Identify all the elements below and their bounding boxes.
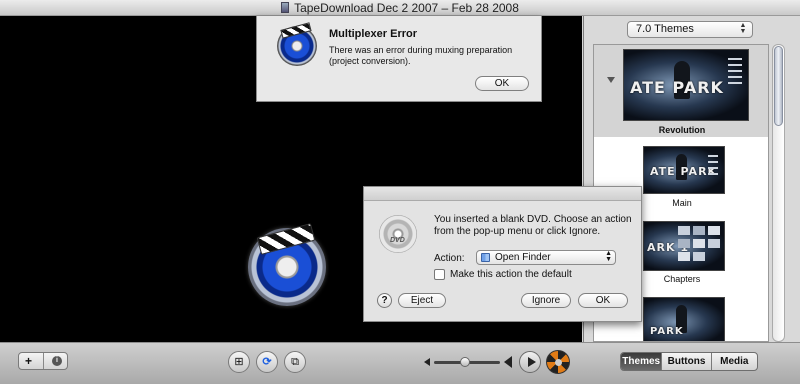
burn-icon: [555, 359, 562, 366]
dvd-icon-text: DVD: [390, 237, 405, 244]
action-popup-value: Open Finder: [495, 252, 551, 263]
thumbnail-menu: [728, 58, 742, 88]
tab-media[interactable]: Media: [712, 353, 757, 370]
drop-zone-button[interactable]: ⧉: [284, 351, 306, 373]
make-default-checkbox[interactable]: [434, 269, 445, 280]
map-view-button[interactable]: ⊞: [228, 351, 250, 373]
hierarchy-icon: ⊞: [234, 356, 244, 368]
theme-thumbnail: PARK: [643, 297, 725, 341]
title-bar[interactable]: TapeDownload Dec 2 2007 – Feb 28 2008: [0, 0, 800, 16]
theme-thumbnail: ATE PARK: [623, 49, 749, 121]
thumbnail-title: ATE PARK: [630, 78, 724, 97]
volume-knob[interactable]: [460, 357, 470, 367]
drop-zone-icon: ⧉: [291, 356, 299, 368]
finder-icon: [481, 253, 490, 262]
info-button[interactable]: i: [52, 356, 62, 366]
add-info-button-group: + i: [18, 352, 68, 370]
dvd-disc-icon: DVD: [379, 215, 417, 253]
alert-message: There was an error during muxing prepara…: [329, 45, 513, 66]
clapper-icon: [280, 22, 312, 39]
thumbnail-title: PARK: [650, 325, 684, 337]
burn-button[interactable]: [546, 350, 570, 374]
tab-themes[interactable]: Themes: [621, 353, 663, 370]
play-icon: [528, 357, 536, 367]
theme-thumbnail: ATE PARK: [643, 146, 725, 194]
blank-dvd-dialog: DVD You inserted a blank DVD. Choose an …: [363, 186, 642, 322]
idvd-window: TapeDownload Dec 2 2007 – Feb 28 2008 7.…: [0, 0, 800, 384]
bottom-toolbar: + i ⊞ ⟳ ⧉ Themes Buttons Media: [0, 342, 800, 384]
pane-segmented-control: Themes Buttons Media: [620, 352, 758, 371]
volume-low-icon: [424, 358, 430, 366]
loop-arrows-icon: ⟳: [262, 356, 272, 368]
add-button[interactable]: +: [25, 354, 32, 368]
divider: [43, 353, 44, 369]
theme-item-label: Revolution: [658, 125, 706, 135]
help-button[interactable]: ?: [377, 293, 392, 308]
thumbnail-menu: [708, 155, 718, 175]
idvd-app-icon: [277, 22, 317, 66]
chapter-thumbnails: [678, 226, 720, 262]
eject-button[interactable]: Eject: [398, 293, 446, 308]
disclosure-triangle-icon[interactable]: [607, 77, 615, 83]
theme-set-value: 7.0 Themes: [636, 23, 694, 35]
multiplexer-error-sheet: Multiplexer Error There was an error dur…: [256, 16, 542, 102]
clapper-icon: [256, 223, 316, 255]
ignore-button[interactable]: Ignore: [521, 293, 571, 308]
chevron-updown-icon: ▲ ▼: [605, 250, 612, 263]
chevron-updown-icon: ▲ ▼: [739, 22, 747, 35]
theme-item-revolution[interactable]: ATE PARK Revolution: [594, 45, 768, 137]
document-icon: [281, 2, 290, 13]
ok-button[interactable]: OK: [578, 293, 628, 308]
tab-buttons[interactable]: Buttons: [662, 353, 712, 370]
action-popup[interactable]: Open Finder ▲ ▼: [476, 250, 616, 265]
make-default-label[interactable]: Make this action the default: [450, 269, 572, 280]
scrollbar-thumb[interactable]: [774, 46, 783, 126]
theme-thumbnail: ARK 1: [643, 221, 725, 271]
theme-set-select[interactable]: 7.0 Themes ▲ ▼: [627, 21, 753, 38]
alert-title: Multiplexer Error: [329, 28, 418, 40]
play-button[interactable]: [519, 351, 541, 373]
dialog-title-bar[interactable]: [364, 187, 641, 201]
theme-list-scrollbar[interactable]: [772, 44, 785, 342]
volume-slider[interactable]: [424, 356, 514, 368]
motion-button[interactable]: ⟳: [256, 351, 278, 373]
action-label: Action:: [434, 253, 465, 264]
volume-high-icon: [504, 356, 512, 368]
ok-button[interactable]: OK: [475, 76, 529, 91]
idvd-disc-icon: [248, 223, 326, 306]
dialog-message: You inserted a blank DVD. Choose an acti…: [434, 214, 632, 237]
window-title: TapeDownload Dec 2 2007 – Feb 28 2008: [294, 0, 519, 15]
